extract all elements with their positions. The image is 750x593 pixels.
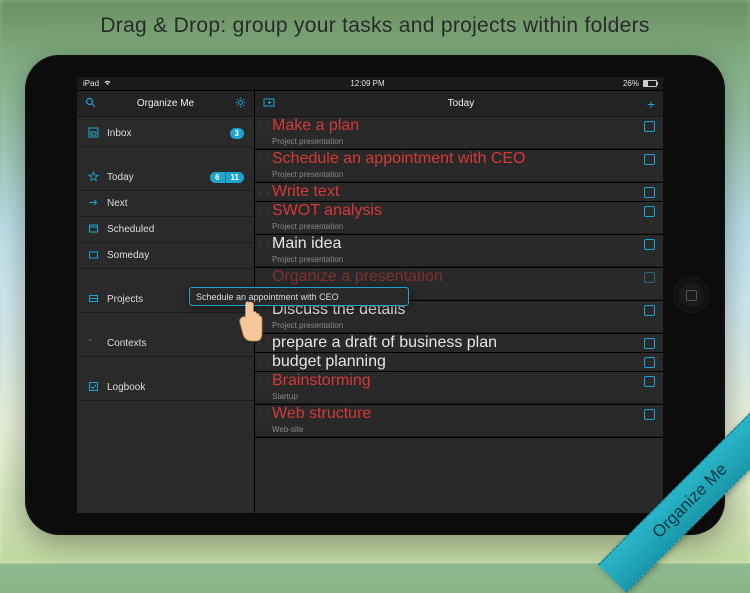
task-checkbox[interactable] — [644, 409, 655, 420]
grip-icon[interactable]: ⋮⋮⋮ — [255, 239, 269, 250]
status-bar: iPad 12:09 PM 26% — [77, 77, 663, 91]
main-title: Today — [275, 98, 647, 109]
grip-icon[interactable]: ⋮⋮⋮ — [255, 272, 269, 283]
sidebar-item-label: Scheduled — [107, 224, 244, 235]
sidebar-item-contexts[interactable]: " Contexts — [77, 331, 254, 357]
sidebar-item-inbox[interactable]: Inbox 3 — [77, 121, 254, 147]
grip-icon[interactable]: ⋮⋮⋮ — [255, 121, 269, 132]
task-title: Schedule an appointment with CEO — [269, 150, 644, 168]
tag-icon: " — [87, 337, 99, 351]
folder-icon — [87, 293, 99, 307]
badge-inbox: 3 — [230, 128, 244, 139]
task-title: Brainstorming — [269, 372, 644, 390]
task-checkbox[interactable] — [644, 187, 655, 198]
task-checkbox[interactable] — [644, 338, 655, 349]
task-title: Make a plan — [269, 117, 644, 135]
arrow-icon — [87, 197, 99, 211]
inbox-icon — [87, 127, 99, 141]
sidebar-item-scheduled[interactable]: Scheduled — [77, 217, 254, 243]
sidebar-item-someday[interactable]: Someday — [77, 243, 254, 269]
home-icon — [686, 290, 697, 301]
gear-icon[interactable] — [235, 97, 246, 111]
search-icon[interactable] — [85, 97, 96, 111]
svg-text:": " — [89, 338, 92, 347]
sidebar-title: Organize Me — [96, 98, 235, 109]
sidebar-item-today[interactable]: Today 6 11 — [77, 165, 254, 191]
sidebar-list: Inbox 3 Today 6 11 — [77, 117, 254, 513]
task-checkbox[interactable] — [644, 376, 655, 387]
grip-icon[interactable]: ⋮⋮⋮ — [255, 206, 269, 217]
task-subtitle: Project presentation — [255, 255, 655, 264]
sidebar-item-logbook[interactable]: Logbook — [77, 375, 254, 401]
new-folder-icon[interactable] — [263, 97, 275, 110]
task-checkbox[interactable] — [644, 206, 655, 217]
task-checkbox[interactable] — [644, 305, 655, 316]
task-title: prepare a draft of business plan — [269, 334, 644, 352]
grip-icon[interactable]: ⋮⋮⋮ — [255, 357, 269, 368]
sidebar-item-label: Today — [107, 172, 202, 183]
task-group[interactable]: ⋮⋮⋮ Brainstorming Startup — [255, 372, 663, 405]
grip-icon[interactable]: ⋮⋮⋮ — [255, 187, 269, 198]
add-task-button[interactable]: + — [647, 96, 655, 112]
page-headline: Drag & Drop: group your tasks and projec… — [0, 14, 750, 38]
box-icon — [87, 249, 99, 263]
dragging-task[interactable]: Schedule an appointment with CEO — [189, 287, 409, 306]
main-header: Today + — [255, 91, 663, 117]
sidebar-item-label: Logbook — [107, 382, 244, 393]
check-icon — [87, 381, 99, 395]
task-checkbox[interactable] — [644, 154, 655, 165]
screen: iPad 12:09 PM 26% Organize Me — [77, 77, 663, 513]
status-battery-pct: 26% — [623, 79, 639, 88]
task-group[interactable]: ⋮⋮⋮ Write text — [255, 183, 663, 202]
task-title: SWOT analysis — [269, 202, 644, 220]
task-group[interactable]: ⋮⋮⋮ budget planning — [255, 353, 663, 372]
task-subtitle: Startup — [255, 392, 655, 401]
sidebar-item-label: Someday — [107, 250, 244, 261]
task-group[interactable]: ⋮⋮⋮ SWOT analysis Project presentation — [255, 202, 663, 235]
calendar-icon — [87, 223, 99, 237]
task-title: Main idea — [269, 235, 644, 253]
task-subtitle: Project presentation — [255, 137, 655, 146]
star-icon — [87, 171, 99, 185]
task-title: Web structure — [269, 405, 644, 423]
status-device: iPad — [83, 79, 99, 88]
sidebar-item-label: Next — [107, 198, 244, 209]
task-group[interactable]: ⋮⋮⋮ Main idea Project presentation — [255, 235, 663, 268]
task-subtitle: Project presentation — [255, 321, 655, 330]
grip-icon[interactable]: ⋮⋮⋮ — [255, 376, 269, 387]
sidebar-item-next[interactable]: Next — [77, 191, 254, 217]
finger-pointer-icon — [232, 299, 266, 348]
task-checkbox[interactable] — [644, 239, 655, 250]
task-checkbox[interactable] — [644, 272, 655, 283]
task-subtitle: Web-site — [255, 425, 655, 434]
sidebar-item-label: Inbox — [107, 128, 222, 139]
dragging-task-label: Schedule an appointment with CEO — [196, 292, 339, 302]
battery-icon — [643, 80, 657, 87]
task-group[interactable]: ⋮⋮⋮ Schedule an appointment with CEO Pro… — [255, 150, 663, 183]
task-group[interactable]: ⋮⋮⋮ Web structure Web-site — [255, 405, 663, 438]
task-subtitle: Project presentation — [255, 170, 655, 179]
grip-icon[interactable]: ⋮⋮⋮ — [255, 409, 269, 420]
grip-icon[interactable]: ⋮⋮⋮ — [255, 154, 269, 165]
task-subtitle: Project presentation — [255, 222, 655, 231]
sidebar-header: Organize Me — [77, 91, 254, 117]
home-button[interactable] — [673, 277, 709, 313]
status-time: 12:09 PM — [112, 79, 623, 88]
ipad-frame: iPad 12:09 PM 26% Organize Me — [25, 55, 725, 535]
task-title: Organize a presentation — [269, 268, 644, 286]
sidebar-item-label: Contexts — [107, 338, 244, 349]
task-title: budget planning — [269, 353, 644, 371]
task-title: Write text — [269, 183, 644, 201]
task-checkbox[interactable] — [644, 121, 655, 132]
wifi-icon — [103, 79, 112, 88]
task-group[interactable]: ⋮⋮⋮ Make a plan Project presentation — [255, 117, 663, 150]
task-group[interactable]: ⋮⋮⋮ prepare a draft of business plan — [255, 334, 663, 353]
task-checkbox[interactable] — [644, 357, 655, 368]
badge-today: 6 11 — [210, 172, 244, 183]
task-list: ⋮⋮⋮ Make a plan Project presentation ⋮⋮⋮… — [255, 117, 663, 513]
